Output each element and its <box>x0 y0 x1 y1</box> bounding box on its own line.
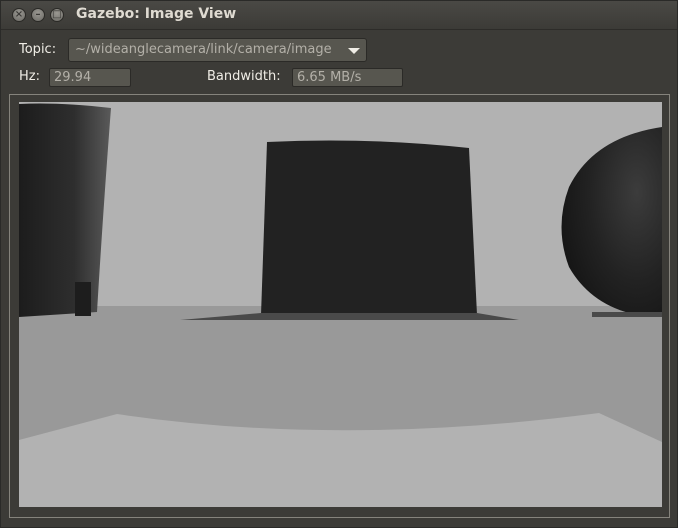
chevron-down-icon[interactable] <box>348 48 360 54</box>
hz-value: 29.94 <box>54 70 92 85</box>
bandwidth-field: 6.65 MB/s <box>292 68 403 87</box>
bandwidth-value: 6.65 MB/s <box>297 70 362 85</box>
camera-image <box>19 102 662 507</box>
topic-select-value: ~/wideanglecamera/link/camera/image <box>75 42 332 57</box>
title-bar[interactable]: × – □ Gazebo: Image View <box>1 1 677 30</box>
close-icon[interactable]: × <box>12 8 26 22</box>
sphere-shadow <box>592 312 662 317</box>
bandwidth-label: Bandwidth: <box>207 69 281 84</box>
box-object <box>261 140 477 315</box>
minimize-icon[interactable]: – <box>31 8 45 22</box>
cylinder-shadow <box>75 282 91 316</box>
topic-label: Topic: <box>19 42 57 57</box>
cylinder-object <box>19 103 111 317</box>
camera-image-render <box>19 102 662 507</box>
maximize-icon[interactable]: □ <box>50 8 64 22</box>
window-title: Gazebo: Image View <box>76 6 237 22</box>
topic-select[interactable]: ~/wideanglecamera/link/camera/image <box>68 38 367 62</box>
hz-field: 29.94 <box>49 68 131 87</box>
image-view-window: × – □ Gazebo: Image View Topic: ~/widean… <box>0 0 678 528</box>
hz-label: Hz: <box>19 69 40 84</box>
